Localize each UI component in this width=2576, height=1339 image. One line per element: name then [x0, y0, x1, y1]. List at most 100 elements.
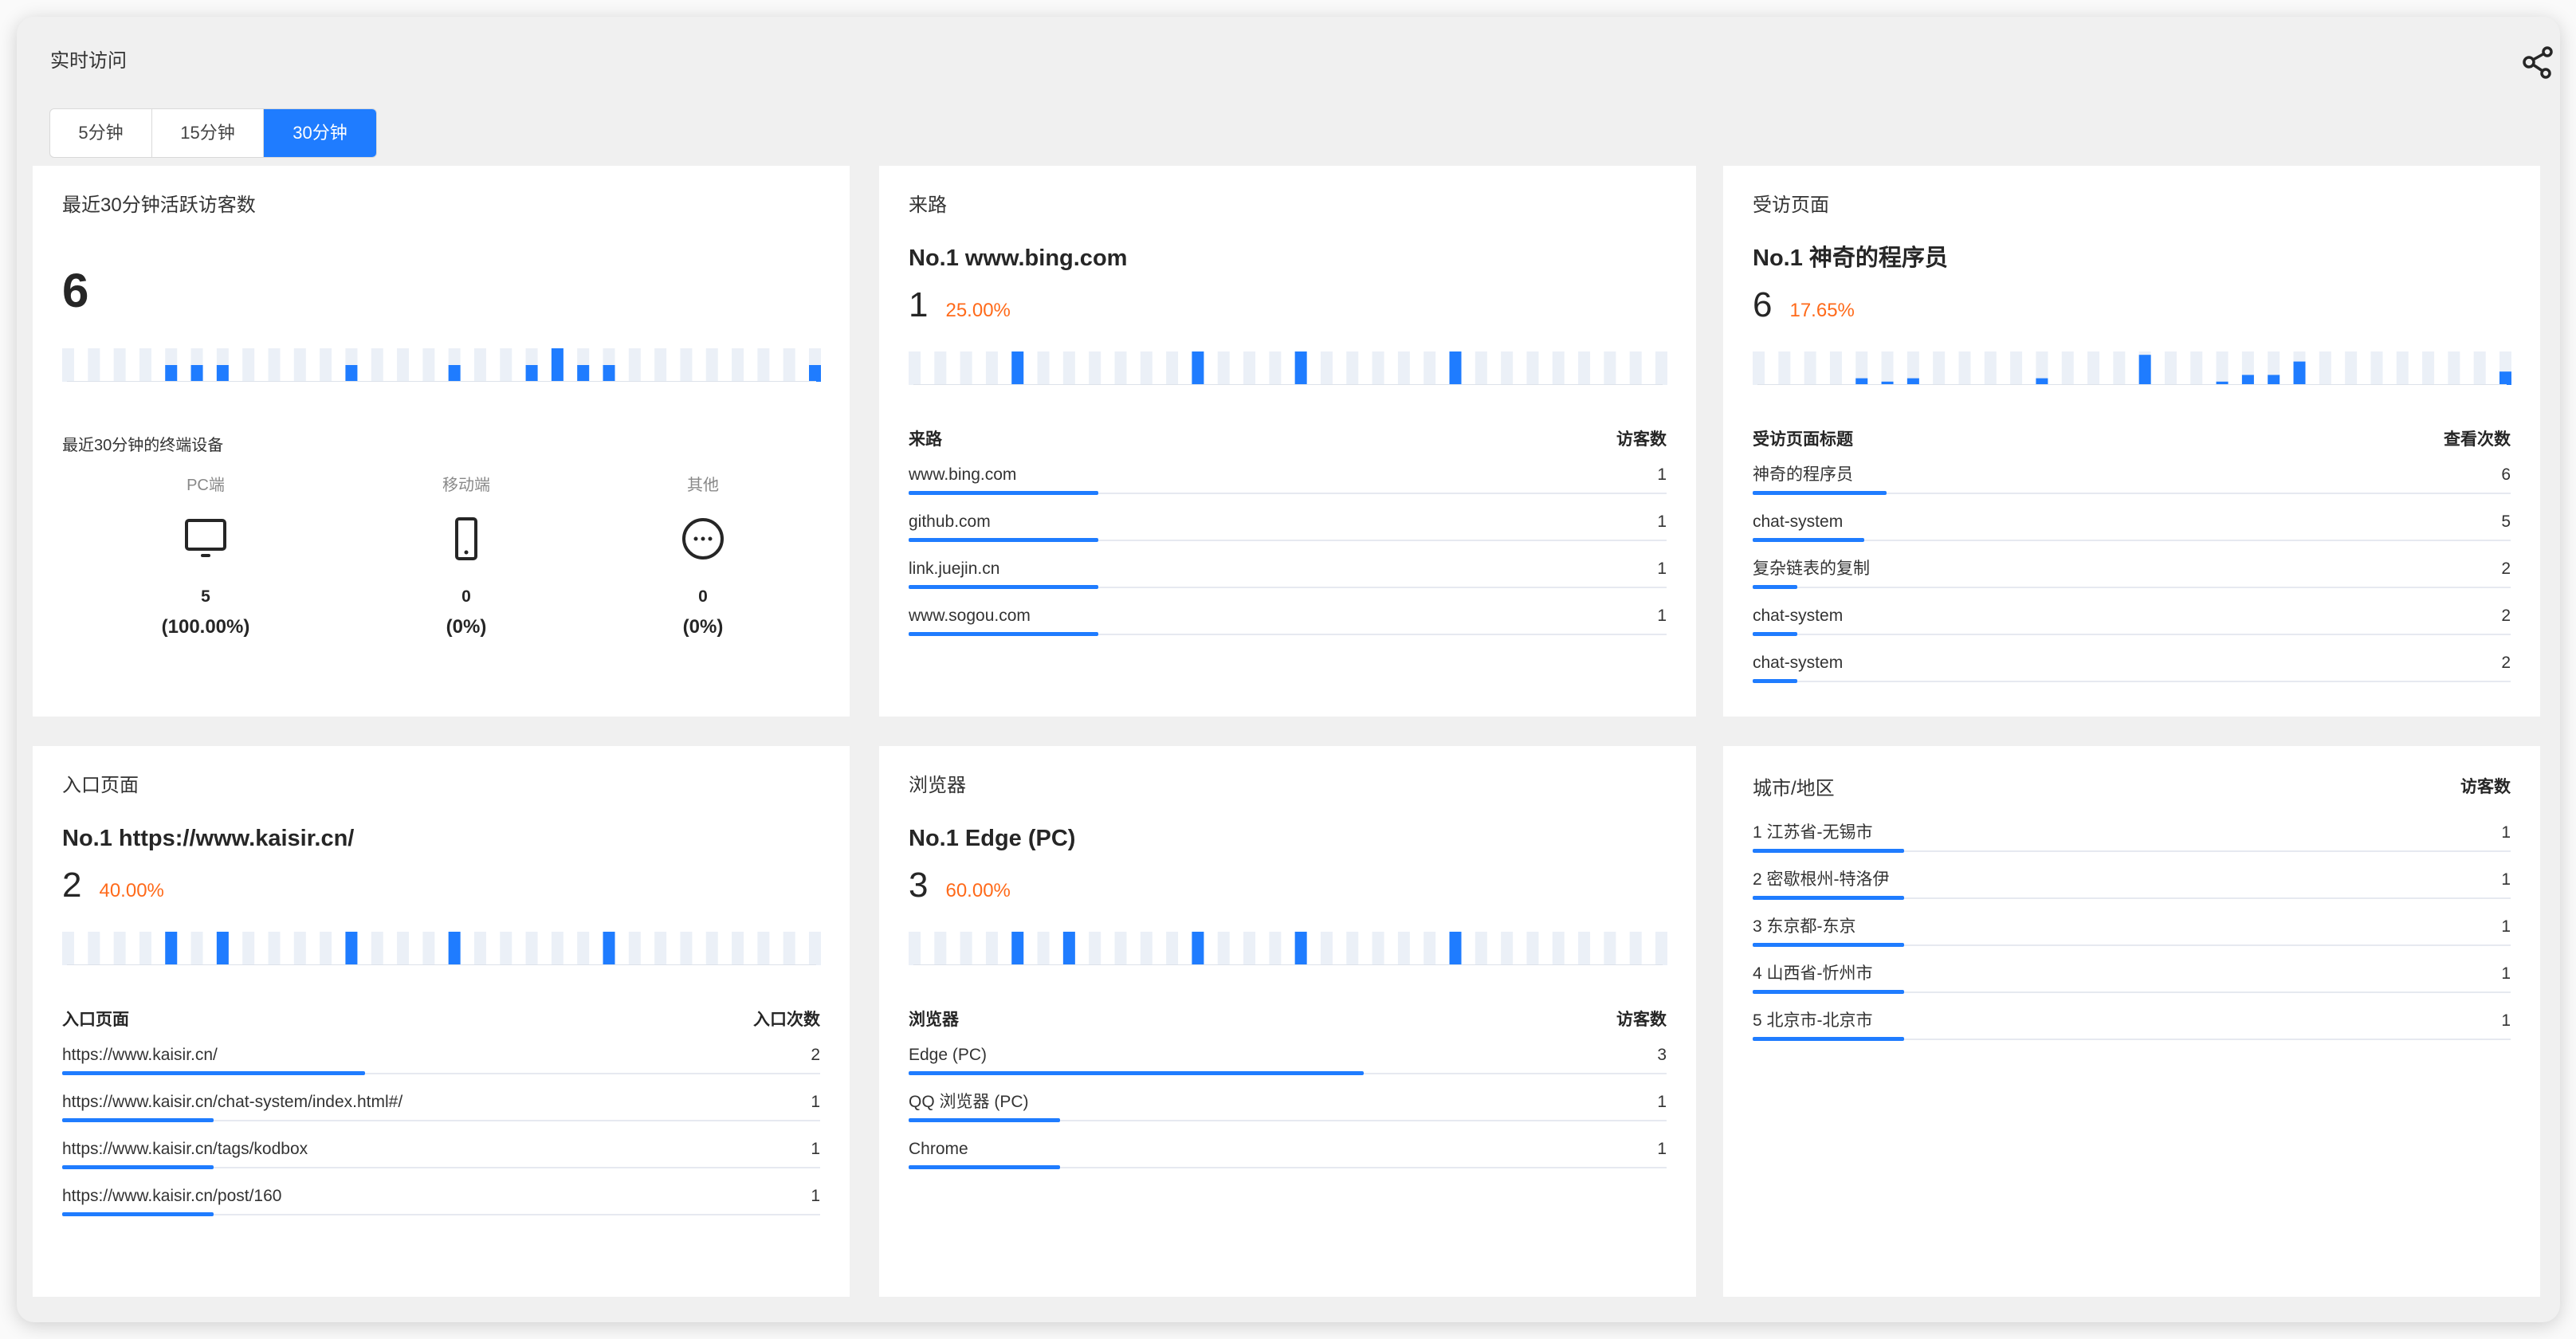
list-item[interactable]: Edge (PC) 3	[909, 1035, 1667, 1082]
realtime-window: 实时访问 5分钟 15分钟 30分钟 最近30分钟活跃访客数 6 最近30分钟的…	[17, 17, 2560, 1322]
tab-15min[interactable]: 15分钟	[152, 109, 264, 157]
list-item[interactable]: link.juejin.cn 1	[909, 548, 1667, 595]
item-value: 2	[2501, 654, 2511, 672]
spark-bar-bg	[113, 932, 126, 965]
list-item[interactable]: Chrome 1	[909, 1129, 1667, 1176]
spark-bar-bg	[1037, 351, 1050, 385]
spark-bar-bg	[1526, 351, 1539, 385]
list-item[interactable]: 3 东京都-东京 1	[1753, 906, 2511, 953]
stat-list: https://www.kaisir.cn/2 https://www.kaisi…	[62, 1035, 820, 1223]
item-value: 1	[811, 1187, 820, 1205]
cities-card: 城市/地区 访客数 1 江苏省-无锡市 1 2 密歇根州-特洛伊 1 3 东京都-东京 1…	[1723, 746, 2540, 1297]
item-value: 1	[1657, 607, 1667, 625]
list-item[interactable]: www.bing.com 1	[909, 454, 1667, 501]
tab-5min[interactable]: 5分钟	[50, 109, 152, 157]
spark-bar-bg	[551, 932, 564, 965]
spark-bar	[2241, 375, 2254, 385]
spark-bar-bg	[190, 932, 203, 965]
time-range-tabs: 5分钟 15分钟 30分钟	[49, 108, 377, 158]
item-label: www.bing.com	[909, 465, 1017, 484]
device-percent: (100.00%)	[161, 616, 250, 638]
list-item[interactable]: chat-system 2	[1753, 642, 2511, 689]
item-label: Chrome	[909, 1140, 968, 1158]
top-percent: 25.00%	[945, 300, 1011, 321]
table-header: 城市/地区 访客数	[1753, 770, 2511, 802]
spark-bar-bg	[809, 932, 821, 965]
list-item[interactable]: 神奇的程序员 6	[1753, 454, 2511, 501]
column-header-city: 城市/地区	[1753, 777, 1835, 799]
top-item: No.1 https://www.kaisir.cn/	[62, 826, 355, 851]
phone-icon	[455, 517, 477, 560]
list-item[interactable]: 5 北京市-北京市 1	[1753, 1000, 2511, 1047]
device-label: PC端	[187, 477, 225, 494]
spark-bar	[1294, 351, 1307, 385]
column-header-label: 入口页面	[62, 1011, 129, 1029]
top-stat: 2 40.00%	[62, 866, 164, 905]
list-item[interactable]: 2 密歇根州-特洛伊 1	[1753, 859, 2511, 906]
list-item[interactable]: QQ 浏览器 (PC) 1	[909, 1082, 1667, 1129]
item-label: www.sogou.com	[909, 607, 1031, 625]
spark-bar-bg	[1604, 351, 1616, 385]
spark-bar-bg	[757, 932, 770, 965]
spark-bar-bg	[654, 932, 667, 965]
spark-bar-bg	[268, 348, 281, 382]
list-item[interactable]: chat-system 2	[1753, 595, 2511, 642]
list-item[interactable]: https://www.kaisir.cn/chat-system/index.…	[62, 1082, 820, 1129]
progress-fill	[909, 491, 1098, 495]
item-value: 1	[1657, 1093, 1667, 1111]
list-item[interactable]: www.sogou.com 1	[909, 595, 1667, 642]
spark-bar-bg	[757, 348, 770, 382]
spark-bar	[1062, 932, 1075, 965]
device-count: 5	[201, 587, 210, 606]
progress-fill	[1753, 849, 1905, 853]
item-label: github.com	[909, 512, 991, 531]
progress-fill	[62, 1071, 366, 1075]
progress-fill	[62, 1212, 214, 1216]
list-item[interactable]: 复杂链表的复制 2	[1753, 548, 2511, 595]
device-label: 其他	[687, 477, 719, 494]
top-stat: 3 60.00%	[909, 866, 1011, 905]
spark-bar	[1906, 378, 1919, 385]
top-item: No.1 www.bing.com	[909, 245, 1128, 271]
list-item[interactable]: 1 江苏省-无锡市 1	[1753, 812, 2511, 859]
spark-bar-bg	[500, 348, 512, 382]
progress-fill	[62, 1118, 214, 1122]
visitors-sparkline	[62, 348, 821, 382]
item-label: 5 北京市-北京市	[1753, 1011, 1873, 1030]
spark-bar-bg	[1423, 932, 1436, 965]
spark-bar-bg	[985, 932, 998, 965]
list-item[interactable]: https://www.kaisir.cn/post/160 1	[62, 1176, 820, 1223]
spark-bar-bg	[1166, 351, 1179, 385]
list-item[interactable]: 4 山西省-忻州市 1	[1753, 953, 2511, 1000]
progress-fill	[62, 1165, 214, 1169]
column-header-label: 浏览器	[909, 1011, 959, 1029]
spark-bar	[2036, 378, 2048, 385]
spark-bar	[1294, 932, 1307, 965]
list-item[interactable]: github.com 1	[909, 501, 1667, 548]
spark-bar-bg	[1089, 932, 1101, 965]
spark-bar	[603, 365, 615, 382]
spark-bar-bg	[139, 348, 151, 382]
list-item[interactable]: https://www.kaisir.cn/2	[62, 1035, 820, 1082]
spark-bar-bg	[2396, 351, 2409, 385]
spark-bar-bg	[371, 932, 383, 965]
spark-bar-bg	[1372, 932, 1384, 965]
spark-bar	[216, 932, 229, 965]
spark-bar-bg	[732, 348, 744, 382]
list-item[interactable]: chat-system 5	[1753, 501, 2511, 548]
list-item[interactable]: https://www.kaisir.cn/tags/kodbox 1	[62, 1129, 820, 1176]
column-header-value: 入口次数	[753, 1011, 820, 1029]
tab-30min[interactable]: 30分钟	[264, 109, 376, 157]
spark-bar-bg	[1829, 351, 1842, 385]
column-header-label: 来路	[909, 430, 942, 449]
table-header: 浏览器 访客数	[909, 1008, 1667, 1032]
spark-bar-bg	[397, 932, 410, 965]
spark-bar-bg	[934, 932, 947, 965]
spark-bar-bg	[242, 932, 255, 965]
top-stat: 1 25.00%	[909, 285, 1011, 325]
spark-bar-bg	[2448, 351, 2460, 385]
card-title: 受访页面	[1753, 194, 1829, 216]
spark-bar-bg	[1114, 932, 1127, 965]
spark-bar	[216, 365, 229, 382]
share-icon[interactable]	[2519, 44, 2556, 80]
